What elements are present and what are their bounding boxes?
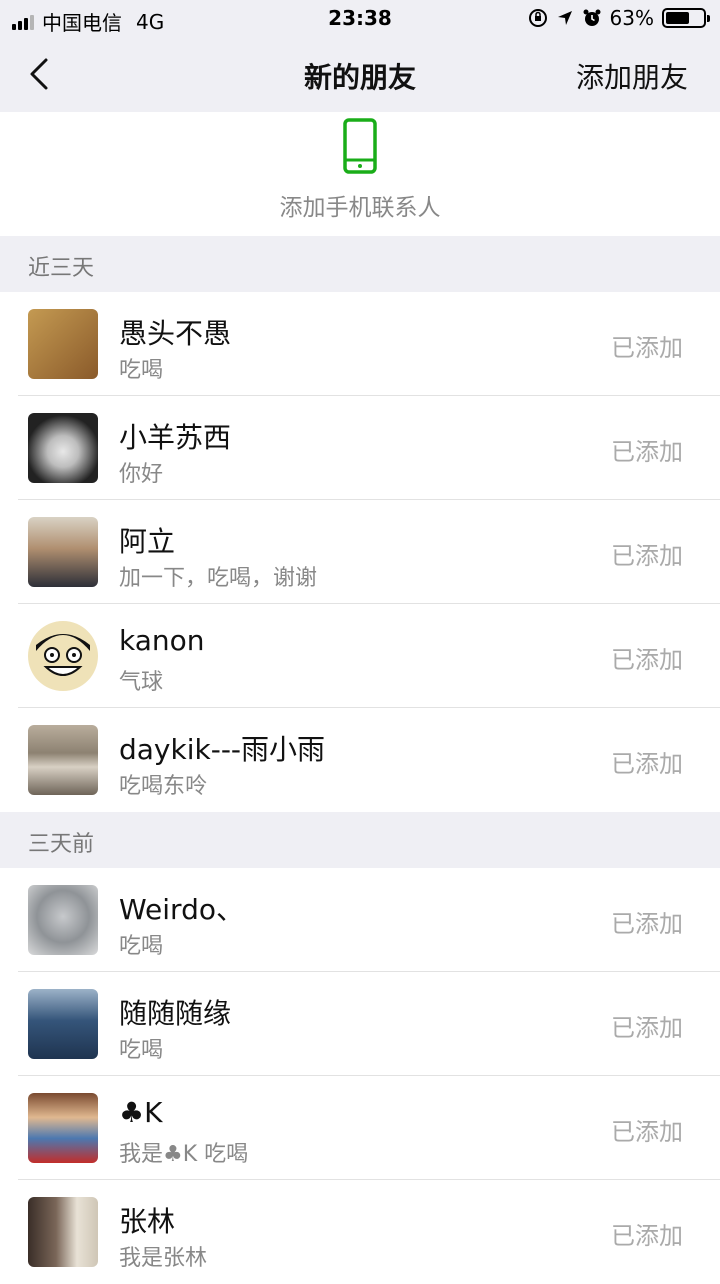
- friend-name: 张林: [119, 1205, 176, 1238]
- friend-request-row[interactable]: 愚头不愚 吃喝 已添加: [0, 292, 720, 396]
- avatar[interactable]: [28, 413, 98, 483]
- friend-request-row[interactable]: kanon 气球 已添加: [0, 604, 720, 708]
- friend-name: daykik---雨小雨: [119, 733, 326, 766]
- mobile-phone-icon: [343, 118, 377, 174]
- friend-message: 加一下，吃喝，谢谢: [119, 566, 318, 591]
- friend-name: 阿立: [119, 525, 176, 558]
- friend-message: 吃喝东呤: [119, 774, 208, 799]
- section-title: 近三天: [28, 256, 95, 281]
- friend-name: ♣K: [119, 1096, 163, 1129]
- cartoon-face-icon: [36, 634, 90, 676]
- friend-request-row[interactable]: 随随随缘 吃喝 已添加: [0, 972, 720, 1076]
- avatar[interactable]: [28, 989, 98, 1059]
- friend-message: 我是张林: [119, 1246, 208, 1271]
- friend-message: 你好: [119, 462, 164, 487]
- section-title: 三天前: [28, 832, 95, 857]
- avatar[interactable]: [28, 885, 98, 955]
- avatar[interactable]: [28, 1093, 98, 1163]
- friend-request-row[interactable]: 小羊苏西 你好 已添加: [0, 396, 720, 500]
- battery-percent: 63%: [609, 6, 654, 30]
- friend-message: 我是♣K 吃喝: [119, 1142, 249, 1167]
- friend-name: 愚头不愚: [119, 317, 232, 350]
- add-friend-button[interactable]: 添加朋友: [576, 56, 688, 96]
- friend-name: kanon: [119, 624, 205, 657]
- status-label: 已添加: [611, 1014, 683, 1042]
- friend-message: 吃喝: [119, 358, 164, 383]
- avatar[interactable]: [28, 517, 98, 587]
- add-phone-contacts-label: 添加手机联系人: [279, 195, 441, 221]
- status-label: 已添加: [611, 1222, 683, 1250]
- status-bar: 中国电信 4G 23:38 63%: [0, 0, 720, 36]
- section-header-recent: 近三天: [0, 236, 720, 292]
- navigation-bar: 新的朋友 添加朋友: [0, 36, 720, 112]
- friend-message: 吃喝: [119, 1038, 164, 1063]
- friend-request-row[interactable]: ♣K 我是♣K 吃喝 已添加: [0, 1076, 720, 1180]
- status-label: 已添加: [611, 542, 683, 570]
- friend-name: 小羊苏西: [119, 421, 232, 454]
- status-label: 已添加: [611, 750, 683, 778]
- add-phone-contacts-button[interactable]: 添加手机联系人: [0, 112, 720, 236]
- avatar[interactable]: [28, 621, 98, 691]
- status-label: 已添加: [611, 646, 683, 674]
- friend-name: Weirdo、: [119, 893, 244, 926]
- avatar[interactable]: [28, 309, 98, 379]
- avatar[interactable]: [28, 725, 98, 795]
- rotation-lock-icon: [528, 9, 547, 27]
- status-label: 已添加: [611, 910, 683, 938]
- battery-icon: [662, 8, 710, 28]
- friend-request-row[interactable]: 张林 我是张林 已添加: [0, 1180, 720, 1284]
- status-right: 63%: [528, 6, 710, 30]
- friend-request-row[interactable]: 阿立 加一下，吃喝，谢谢 已添加: [0, 500, 720, 604]
- avatar[interactable]: [28, 1197, 98, 1267]
- alarm-icon: [583, 9, 601, 26]
- friend-message: 气球: [119, 670, 164, 695]
- section-header-earlier: 三天前: [0, 812, 720, 868]
- friend-request-row[interactable]: daykik---雨小雨 吃喝东呤 已添加: [0, 708, 720, 812]
- location-icon: [557, 11, 572, 25]
- friend-message: 吃喝: [119, 934, 164, 959]
- friend-name: 随随随缘: [119, 997, 232, 1030]
- status-label: 已添加: [611, 334, 683, 362]
- friend-request-row[interactable]: Weirdo、 吃喝 已添加: [0, 868, 720, 972]
- status-label: 已添加: [611, 1118, 683, 1146]
- status-label: 已添加: [611, 438, 683, 466]
